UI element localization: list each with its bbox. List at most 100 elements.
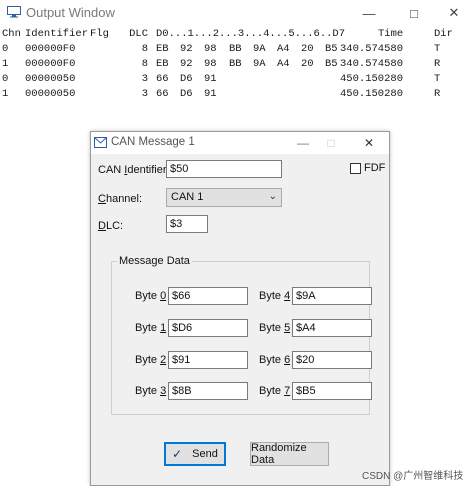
byte-6-label-number: 6 [284,354,291,366]
dialog-titlebar: CAN Message 1 — □ ✕ [91,132,389,154]
byte-2-label-text: Byte [135,354,161,366]
byte-7-input[interactable]: $B5 [292,382,372,400]
cell-dlc: 8 [141,58,148,70]
byte-2-label: Byte 2 [135,354,166,366]
byte-0-label: Byte 0 [135,290,166,302]
dlc-label: DLC: [98,220,123,232]
can-identifier-label-post: dentifier: [127,164,170,176]
cell-time: 340.574580 [340,43,404,55]
minimize-button[interactable]: — [349,0,389,26]
cell-dir: R [434,58,441,70]
channel-label-post: hannel: [105,193,143,205]
cell-time: 340.574580 [340,58,404,70]
output-window-titlebar: Output Window — □ ✕ [0,0,474,26]
byte-1-label: Byte 1 [135,322,166,334]
can-identifier-input[interactable]: $50 [166,160,282,178]
randomize-data-button[interactable]: Randomize Data [250,442,329,466]
cell-byte-2: 91 [204,73,217,85]
cell-byte-5: A4 [277,58,290,70]
dialog-minimize-button[interactable]: — [289,132,317,154]
byte-3-input[interactable]: $8B [168,382,248,400]
byte-5-input[interactable]: $A4 [292,319,372,337]
column-header-data: D0...1...2...3...4...5...6..D7 [156,28,346,40]
output-window-title: Output Window [26,5,115,20]
monitor-icon [7,6,21,18]
byte-1-label-text: Byte [135,322,161,334]
byte-2-input[interactable]: $91 [168,351,248,369]
can-message-dialog: CAN Message 1 — □ ✕ CAN Identifier: $50 … [90,131,390,486]
channel-select-value: CAN 1 [171,191,204,203]
cell-byte-1: 92 [180,58,193,70]
channel-select[interactable]: CAN 1 ⌄ [166,188,282,207]
column-header-chn: Chn [2,28,21,40]
cell-chn: 0 [2,73,9,85]
fdf-label: FDF [364,162,386,174]
output-table-header: Chn Identifier Flg DLC D0...1...2...3...… [0,27,474,42]
byte-5-label: Byte 5 [259,322,290,334]
byte-3-label-text: Byte [135,385,161,397]
cell-identifier: 00000050 [25,73,76,85]
table-row: 0 000000F0 8 340.574580 T EB 92 98 BB 9A A4 20 B5 [0,42,474,57]
cell-byte-3: BB [229,58,242,70]
close-button[interactable]: ✕ [434,0,474,26]
cell-dir: T [434,73,441,85]
cell-byte-5: A4 [277,43,290,55]
byte-7-label: Byte 7 [259,385,290,397]
cell-byte-1: 92 [180,43,193,55]
envelope-icon [94,137,107,148]
byte-4-label-number: 4 [284,290,291,302]
byte-4-input[interactable]: $9A [292,287,372,305]
output-table: Chn Identifier Flg DLC D0...1...2...3...… [0,27,474,102]
byte-5-label-number: 5 [284,322,291,334]
cell-dir: R [434,88,441,100]
cell-byte-2: 91 [204,88,217,100]
cell-byte-3: BB [229,43,242,55]
cell-dlc: 3 [141,73,148,85]
cell-byte-7: B5 [325,43,338,55]
column-header-dir: Dir [434,28,453,40]
byte-0-input[interactable]: $66 [168,287,248,305]
checkmark-icon: ✓ [172,447,183,461]
cell-identifier: 000000F0 [25,43,76,55]
can-identifier-label: CAN Identifier: [98,164,170,176]
cell-dlc: 8 [141,43,148,55]
cell-chn: 1 [2,88,9,100]
byte-2-label-number: 2 [160,354,167,366]
dialog-close-button[interactable]: ✕ [355,132,383,154]
cell-dir: T [434,43,441,55]
table-row: 1 000000F0 8 340.574580 R EB 92 98 BB 9A A4 20 B5 [0,57,474,72]
byte-6-input[interactable]: $20 [292,351,372,369]
cell-byte-7: B5 [325,58,338,70]
byte-7-label-text: Byte [259,385,285,397]
send-button[interactable]: ✓ Send [164,442,226,466]
cell-byte-0: 66 [156,73,169,85]
byte-1-input[interactable]: $D6 [168,319,248,337]
column-header-time: Time [378,28,404,40]
message-data-legend: Message Data [117,255,192,267]
cell-dlc: 3 [141,88,148,100]
dlc-label-post: LC: [105,220,124,232]
fdf-checkbox[interactable] [350,163,361,174]
column-header-dlc: DLC [129,28,148,40]
column-header-flg: Flg [90,28,109,40]
byte-6-label-text: Byte [259,354,285,366]
cell-byte-4: 9A [253,58,266,70]
dlc-label-mnemonic: D [98,220,106,232]
dialog-title: CAN Message 1 [111,136,195,148]
maximize-button[interactable]: □ [394,0,434,26]
cell-byte-0: 66 [156,88,169,100]
channel-label-mnemonic: C [98,193,106,205]
cell-byte-0: EB [156,58,169,70]
cell-time: 450.150280 [340,73,404,85]
byte-1-label-number: 1 [160,322,167,334]
dlc-input[interactable]: $3 [166,215,208,233]
column-header-identifier: Identifier [25,28,89,40]
cell-byte-0: EB [156,43,169,55]
channel-label: Channel: [98,193,142,205]
cell-identifier: 000000F0 [25,58,76,70]
cell-byte-2: 98 [204,43,217,55]
chevron-down-icon: ⌄ [268,191,277,202]
byte-4-label: Byte 4 [259,290,290,302]
cell-time: 450.150280 [340,88,404,100]
byte-5-label-text: Byte [259,322,285,334]
